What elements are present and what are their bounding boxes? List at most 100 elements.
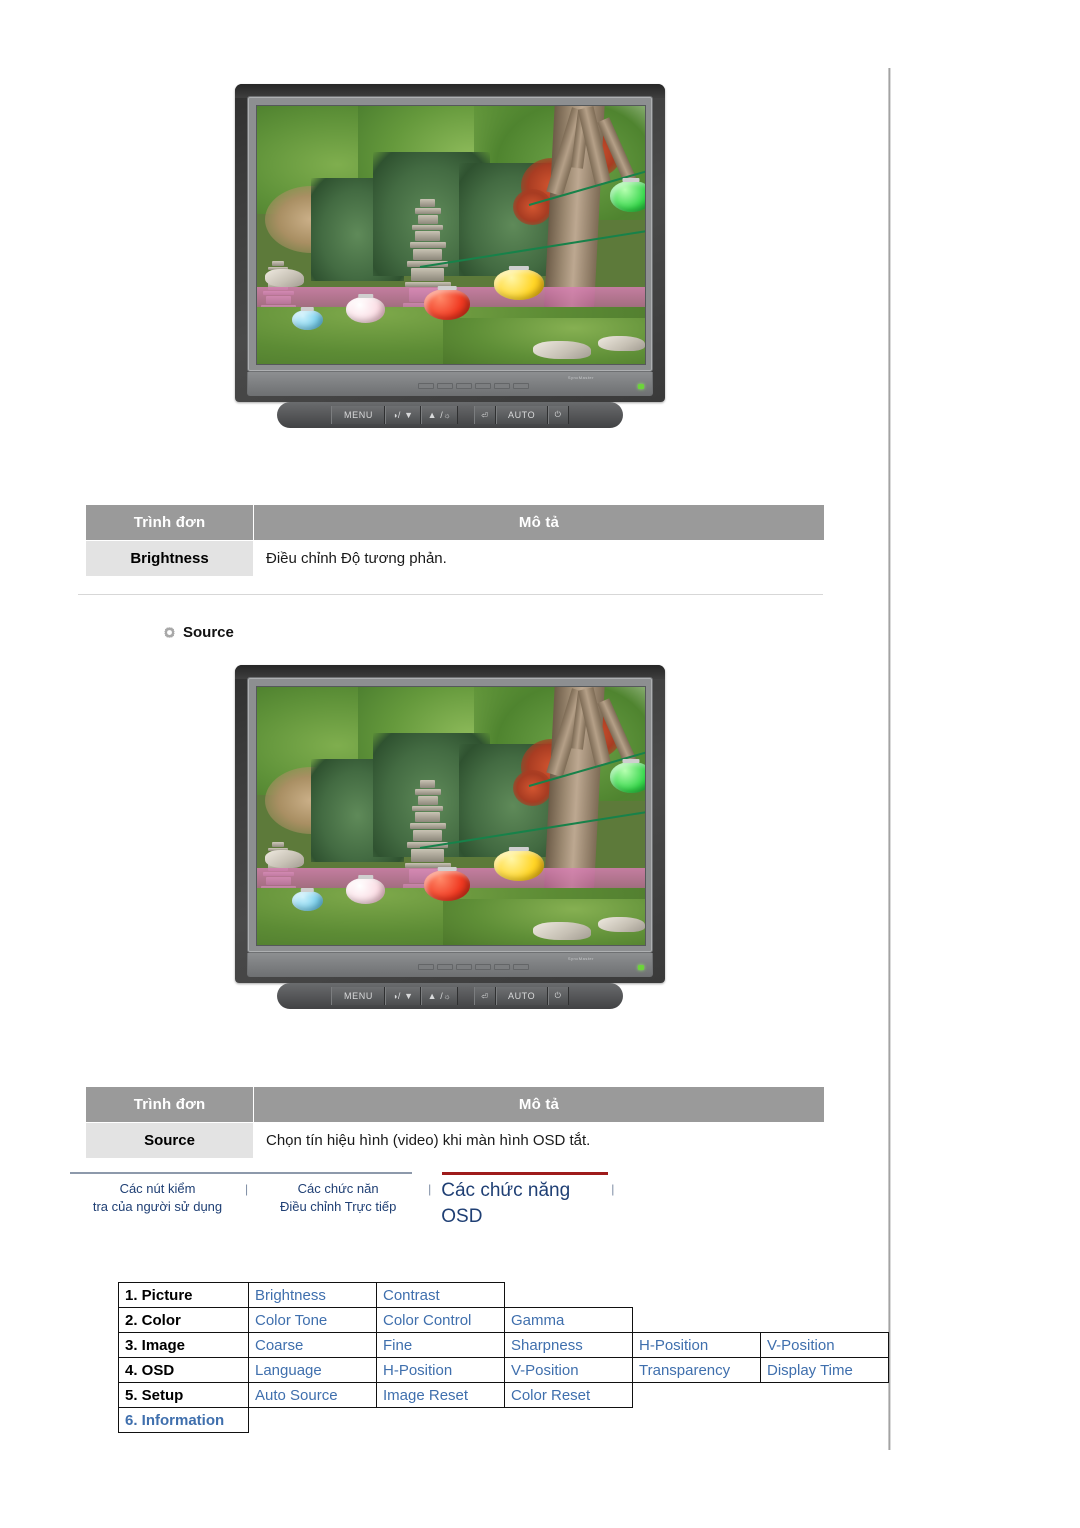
row-label-source: Source	[85, 1122, 254, 1159]
manual-page: SyncMaster MENU ◑ / ▼ ▲ / ☼ ⏎ AUTO ⏻ Trì…	[0, 0, 1080, 1528]
bezel-key-1b[interactable]	[418, 964, 434, 970]
osd-row-label-color: 2. Color	[118, 1307, 249, 1333]
table-row: 2. Color Color Tone Color Control Gamma	[118, 1307, 889, 1333]
osd-item-image-reset[interactable]: Image Reset	[376, 1382, 505, 1408]
osd-row-filler-2	[633, 1308, 889, 1333]
bezel-key-2b[interactable]	[437, 964, 453, 970]
photo-lantern-green	[610, 180, 645, 212]
header-menu: Trình đơn	[85, 504, 254, 541]
osd-item-coarse[interactable]: Coarse	[248, 1332, 377, 1358]
osd-row-label-picture: 1. Picture	[118, 1282, 249, 1308]
auto-button-2[interactable]: AUTO	[495, 987, 548, 1005]
photo2-rock-right	[598, 916, 645, 933]
monitor-body: SyncMaster	[235, 84, 665, 402]
header-menu-2: Trình đơn	[85, 1086, 254, 1123]
osd-item-color-reset[interactable]: Color Reset	[504, 1382, 633, 1408]
table-row: Brightness Điều chỉnh Độ tương phản.	[85, 540, 825, 577]
table-row: Source Chọn tín hiệu hình (video) khi mà…	[85, 1122, 825, 1159]
bezel-key-5[interactable]	[494, 383, 510, 389]
bezel-key-2[interactable]	[437, 383, 453, 389]
brightness-up-button-2[interactable]: ▲ / ☼	[420, 987, 459, 1005]
osd-item-contrast[interactable]: Contrast	[376, 1282, 505, 1308]
power-button[interactable]: ⏻	[547, 406, 569, 424]
tab-user-control-buttons[interactable]: Các nút kiểm tra của người sử dụng	[70, 1176, 245, 1215]
osd-item-gamma[interactable]: Gamma	[504, 1307, 633, 1333]
osd-row-label-information[interactable]: 6. Information	[118, 1407, 249, 1433]
photo2-rock-center	[532, 921, 591, 940]
osd-row-label-osd: 4. OSD	[118, 1357, 249, 1383]
menu-button-2[interactable]: MENU	[331, 987, 386, 1005]
table-row: 6. Information	[118, 1407, 889, 1433]
photo2-lantern-green	[610, 761, 645, 793]
osd-item-auto-source[interactable]: Auto Source	[248, 1382, 377, 1408]
photo2-lantern-white	[346, 877, 386, 904]
osd-item-fine[interactable]: Fine	[376, 1332, 505, 1358]
osd-item-language[interactable]: Language	[248, 1357, 377, 1383]
bezel-key-3[interactable]	[456, 383, 472, 389]
tab-direct-adjustment[interactable]: Các chức năn Điều chỉnh Trực tiếp	[248, 1176, 428, 1215]
osd-functions-table: 1. Picture Brightness Contrast 2. Color …	[118, 1282, 889, 1433]
monitor-illustration-source: SyncMaster MENU ◑ / ▼ ▲ / ☼ ⏎ AUTO ⏻	[235, 665, 665, 1009]
enter-icon: ⏎	[481, 410, 489, 420]
bezel-key-6[interactable]	[513, 383, 529, 389]
osd-item-sharpness[interactable]: Sharpness	[504, 1332, 633, 1358]
source-button-2[interactable]: ⏎	[474, 987, 496, 1005]
monitor-bezel-keys-2	[418, 964, 529, 970]
monitor-body-2: SyncMaster	[235, 665, 665, 983]
tabs-row: Các nút kiểm tra của người sử dụng | Các…	[70, 1176, 615, 1229]
auto-button[interactable]: AUTO	[495, 406, 548, 424]
monitor-chin: SyncMaster	[247, 372, 653, 396]
menu-button[interactable]: MENU	[331, 406, 386, 424]
osd-item-transparency[interactable]: Transparency	[632, 1357, 761, 1383]
osd-item-color-tone[interactable]: Color Tone	[248, 1307, 377, 1333]
bezel-key-3b[interactable]	[456, 964, 472, 970]
power-led-indicator	[638, 384, 644, 389]
brightness-down-button[interactable]: ◑ / ▼	[385, 406, 421, 424]
tab-separator-3: |	[611, 1182, 615, 1196]
bezel-key-4b[interactable]	[475, 964, 491, 970]
tabs-top-rule	[70, 1172, 412, 1174]
osd-item-image-h-position[interactable]: H-Position	[632, 1332, 761, 1358]
osd-item-color-control[interactable]: Color Control	[376, 1307, 505, 1333]
header-description: Mô tả	[253, 504, 825, 541]
osd-item-osd-h-position[interactable]: H-Position	[376, 1357, 505, 1383]
osd-item-display-time[interactable]: Display Time	[760, 1357, 889, 1383]
monitor-brand-label-2: SyncMaster	[567, 956, 594, 961]
table-row: 1. Picture Brightness Contrast	[118, 1282, 889, 1308]
table-header-row: Trình đơn Mô tả	[85, 504, 825, 541]
osd-item-osd-v-position[interactable]: V-Position	[504, 1357, 633, 1383]
brightness-up-button[interactable]: ▲ / ☼	[420, 406, 459, 424]
bezel-key-1[interactable]	[418, 383, 434, 389]
table-row: 5. Setup Auto Source Image Reset Color R…	[118, 1382, 889, 1408]
osd-row-filler-5	[633, 1383, 889, 1408]
brightness-description-table: Trình đơn Mô tả Brightness Điều chỉnh Độ…	[85, 504, 825, 577]
tab-osd-functions[interactable]: Các chức năng OSD	[431, 1176, 611, 1229]
source-button[interactable]: ⏎	[474, 406, 496, 424]
osd-row-filler-1	[505, 1283, 889, 1308]
monitor-control-bar-2: MENU ◑ / ▼ ▲ / ☼ ⏎ AUTO ⏻	[277, 983, 623, 1009]
row-label-brightness: Brightness	[85, 540, 254, 577]
brightness-up-label-2: ▲ /	[427, 991, 444, 1001]
osd-button-group: MENU ◑ / ▼ ▲ / ☼ ⏎ AUTO ⏻	[331, 406, 569, 424]
monitor-brand-label: SyncMaster	[567, 375, 594, 380]
photo-lantern-white	[346, 296, 386, 323]
brightness-down-label-2: / ▼	[397, 991, 414, 1001]
power-button-2[interactable]: ⏻	[547, 987, 569, 1005]
section-title-source: Source	[183, 624, 234, 641]
monitor-bezel-2	[247, 677, 653, 953]
osd-item-brightness[interactable]: Brightness	[248, 1282, 377, 1308]
osd-row-label-setup: 5. Setup	[118, 1382, 249, 1408]
brightness-down-label: / ▼	[397, 410, 414, 420]
tabs-active-rule	[442, 1172, 608, 1175]
section-divider	[78, 594, 823, 595]
bezel-key-4[interactable]	[475, 383, 491, 389]
brightness-down-button-2[interactable]: ◑ / ▼	[385, 987, 421, 1005]
monitor-bezel-keys	[418, 383, 529, 389]
header-description-2: Mô tả	[253, 1086, 825, 1123]
page-divider	[888, 68, 891, 1450]
bezel-key-5b[interactable]	[494, 964, 510, 970]
osd-item-image-v-position[interactable]: V-Position	[760, 1332, 889, 1358]
monitor-screen-photo-2	[256, 686, 646, 946]
osd-button-group-2: MENU ◑ / ▼ ▲ / ☼ ⏎ AUTO ⏻	[331, 987, 569, 1005]
bezel-key-6b[interactable]	[513, 964, 529, 970]
